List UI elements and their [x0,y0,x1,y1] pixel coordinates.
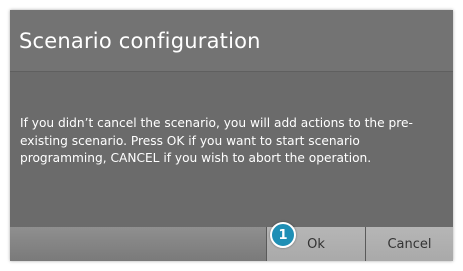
callout-number-badge: 1 [270,222,296,248]
footer-spacer [10,227,266,261]
dialog-body: If you didn’t cancel the scenario, you w… [10,72,453,227]
cancel-button[interactable]: Cancel [366,227,453,261]
dialog-message: If you didn’t cancel the scenario, you w… [20,116,413,165]
scenario-configuration-dialog: Scenario configuration If you didn’t can… [10,10,453,261]
dialog-header: Scenario configuration [10,10,453,72]
dialog-footer: Ok Cancel [10,227,453,261]
dialog-title: Scenario configuration [19,28,261,53]
